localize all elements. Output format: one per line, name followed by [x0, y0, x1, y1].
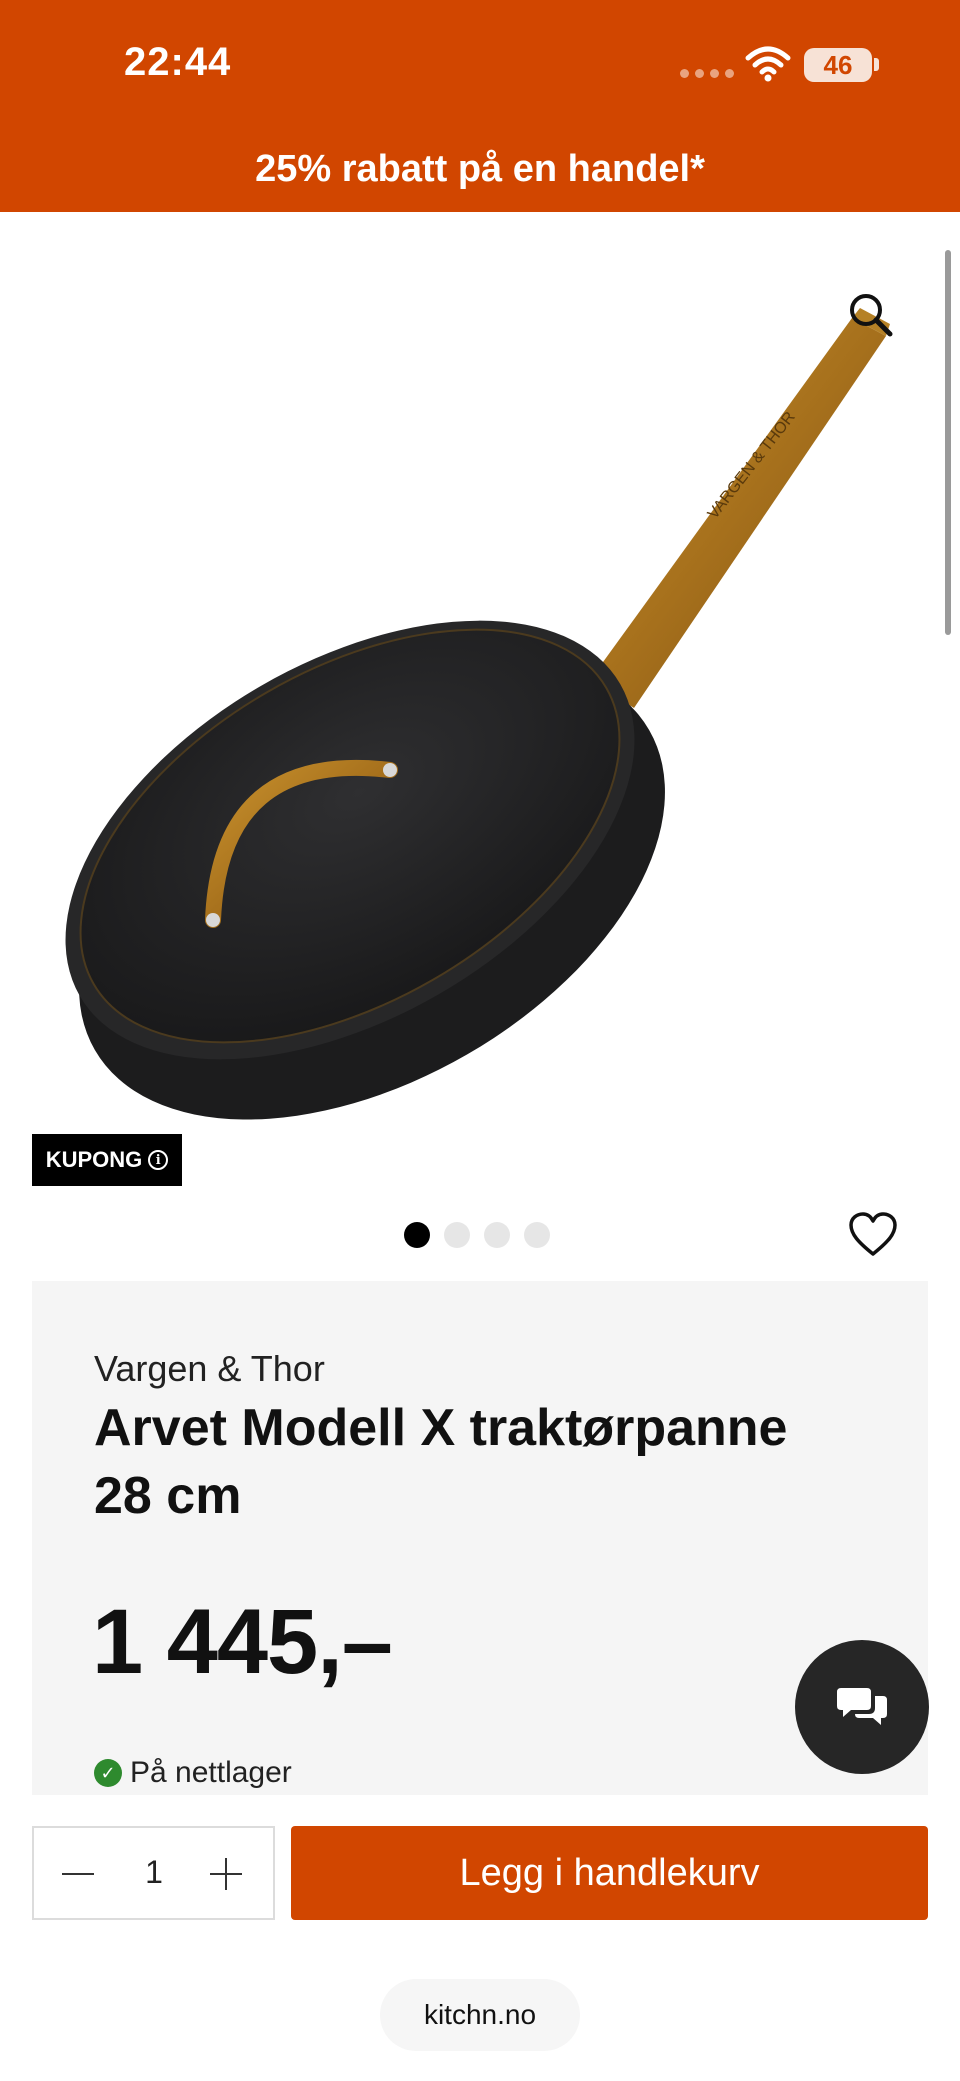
- image-scrollbar[interactable]: [945, 250, 951, 635]
- product-page: 22:44 46 25% rabatt på en handel* VARGEN…: [0, 0, 960, 2081]
- carousel-dot[interactable]: [444, 1222, 470, 1248]
- product-price: 1 445,–: [92, 1591, 393, 1693]
- coupon-badge[interactable]: KUPONG i: [32, 1134, 182, 1186]
- product-brand[interactable]: Vargen & Thor: [94, 1348, 325, 1390]
- carousel-indicator: [404, 1222, 550, 1248]
- chat-bubbles-icon: [837, 1688, 887, 1725]
- increase-quantity-button[interactable]: [206, 1856, 246, 1892]
- add-to-cart-button[interactable]: Legg i handlekurv: [291, 1826, 928, 1920]
- product-image[interactable]: VARGEN & THOR: [50, 280, 910, 1140]
- promo-banner[interactable]: 25% rabatt på en handel*: [0, 148, 960, 191]
- quantity-value[interactable]: 1: [134, 1854, 174, 1891]
- browser-url-bar[interactable]: kitchn.no: [380, 1979, 580, 2051]
- carousel-dot[interactable]: [524, 1222, 550, 1248]
- header-bar: 22:44 46 25% rabatt på en handel*: [0, 0, 960, 212]
- zoom-icon[interactable]: [846, 290, 894, 338]
- stock-label: På nettlager: [130, 1756, 292, 1789]
- battery-tip: [874, 58, 879, 71]
- info-icon[interactable]: i: [148, 1150, 169, 1170]
- signal-dots-icon: [680, 69, 734, 78]
- carousel-dot[interactable]: [404, 1222, 430, 1248]
- battery-icon: 46: [804, 48, 872, 82]
- carousel-dot[interactable]: [484, 1222, 510, 1248]
- battery-level: 46: [823, 49, 853, 80]
- chat-button[interactable]: [795, 1640, 929, 1774]
- decrease-quantity-button[interactable]: [58, 1859, 98, 1889]
- wifi-icon: [745, 46, 791, 82]
- coupon-label: KUPONG: [45, 1147, 143, 1172]
- quantity-stepper: 1: [32, 1826, 275, 1920]
- product-title: Arvet Modell X traktørpanne 28 cm: [94, 1399, 788, 1525]
- status-time: 22:44: [124, 40, 232, 84]
- stock-status: ✓ På nettlager: [94, 1756, 292, 1790]
- check-icon: ✓: [94, 1759, 122, 1787]
- heart-icon[interactable]: [848, 1212, 898, 1258]
